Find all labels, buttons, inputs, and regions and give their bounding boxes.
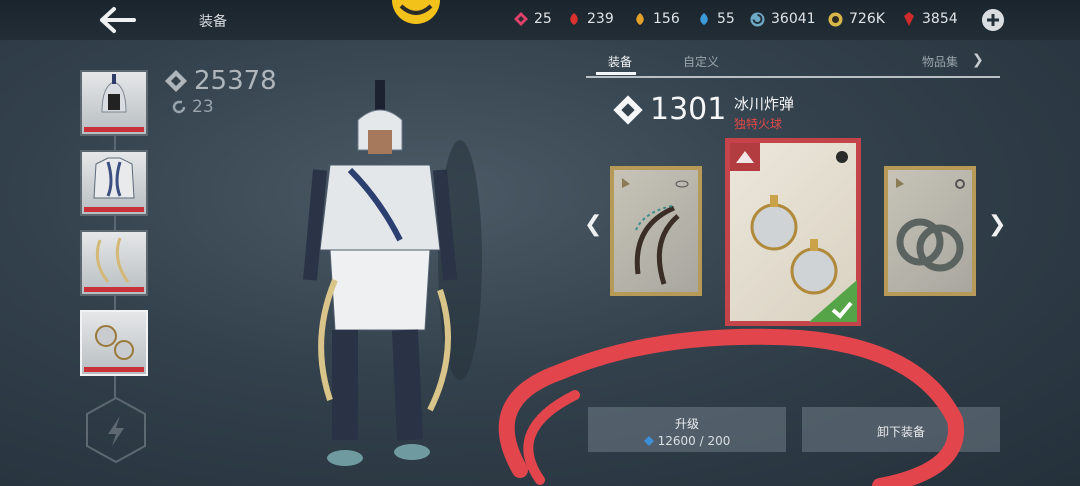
add-currency-button[interactable] [982, 9, 1004, 31]
item-card-glacier-bomb[interactable] [725, 138, 861, 326]
item-rarity-tag: 独特火球 [734, 117, 783, 131]
emblem-icon [392, 0, 440, 24]
resource-gold-coin: 726K [828, 11, 885, 27]
page-title: 装备 [199, 14, 227, 30]
level-value: 23 [192, 97, 214, 117]
upgrade-button[interactable]: 升级 12600 / 200 [588, 407, 786, 452]
previous-item-arrow[interactable]: ❮ [584, 212, 602, 237]
resource-value: 25 [534, 11, 552, 27]
gold-coin-icon [828, 12, 843, 26]
slot-connector [114, 376, 116, 398]
upgrade-cost-value: 12600 / 200 [657, 434, 731, 448]
equipped-check-icon [809, 280, 857, 322]
slot-connector [114, 134, 116, 150]
bomb-icon [95, 325, 134, 360]
chevron-right-icon[interactable]: ❯ [972, 52, 984, 68]
spiral-orb-icon [750, 12, 765, 26]
item-name: 冰川炸弹 [734, 95, 795, 113]
lightning-icon [108, 416, 124, 446]
resource-red-leaf: 239 [567, 11, 614, 27]
ring-weapon-icon [896, 178, 965, 272]
power-diamond-icon [613, 94, 643, 125]
resource-gold-leaf: 156 [633, 11, 680, 27]
item-power-value: 1301 [650, 92, 727, 127]
slot-connector [114, 294, 116, 310]
sickle-weapon-icon [622, 178, 689, 285]
resource-spiral-orb: 36041 [750, 11, 816, 27]
unequip-button[interactable]: 卸下装备 [802, 407, 1000, 452]
item-card-rings[interactable] [884, 166, 976, 296]
tab-collection[interactable]: 物品集 [922, 53, 958, 70]
armor-slot[interactable] [80, 150, 148, 216]
active-tab-indicator [596, 72, 636, 75]
helmet-icon [101, 74, 127, 113]
red-leaf-icon [570, 13, 578, 25]
resource-value: 55 [717, 11, 735, 27]
next-item-arrow[interactable]: ❯ [988, 212, 1006, 237]
back-arrow-icon[interactable] [98, 6, 138, 34]
bomb-slot[interactable] [80, 310, 148, 376]
resource-blue-leaf: 55 [697, 11, 735, 27]
resource-value: 3854 [922, 11, 958, 27]
resource-value: 156 [653, 11, 680, 27]
upgrade-label: 升级 [674, 417, 699, 431]
tab-customize[interactable]: 自定义 [683, 53, 719, 70]
resource-value: 36041 [771, 11, 816, 27]
ruby-gem-icon [904, 12, 914, 26]
skill-slot-lightning[interactable] [84, 396, 148, 464]
helmet-slot[interactable] [80, 70, 148, 136]
power-value: 25378 [194, 66, 277, 96]
unequip-label: 卸下装备 [876, 425, 925, 439]
character-level: 23 [172, 97, 214, 117]
slot-connector [114, 214, 116, 230]
blue-diamond-icon [643, 436, 654, 446]
character-model [303, 80, 482, 466]
resource-ruby-gem: 3854 [902, 11, 958, 27]
pink-diamond-icon [514, 12, 528, 26]
item-power: 1301 [612, 92, 726, 127]
item-card-sickles[interactable] [610, 166, 702, 296]
weapon-slot[interactable] [80, 230, 148, 296]
armor-icon [93, 157, 135, 199]
resource-value: 726K [849, 11, 885, 27]
character-power: 25378 [164, 66, 277, 96]
weapon-icon [95, 237, 130, 283]
refresh-icon [172, 100, 186, 114]
resource-value: 239 [587, 11, 614, 27]
tab-equipment[interactable]: 装备 [608, 53, 632, 70]
blue-leaf-icon [700, 13, 708, 25]
resource-pink-diamond: 25 [514, 11, 552, 27]
gold-leaf-icon [636, 13, 644, 25]
upgrade-cost: 12600 / 200 [588, 434, 786, 448]
power-diamond-icon [165, 70, 187, 92]
